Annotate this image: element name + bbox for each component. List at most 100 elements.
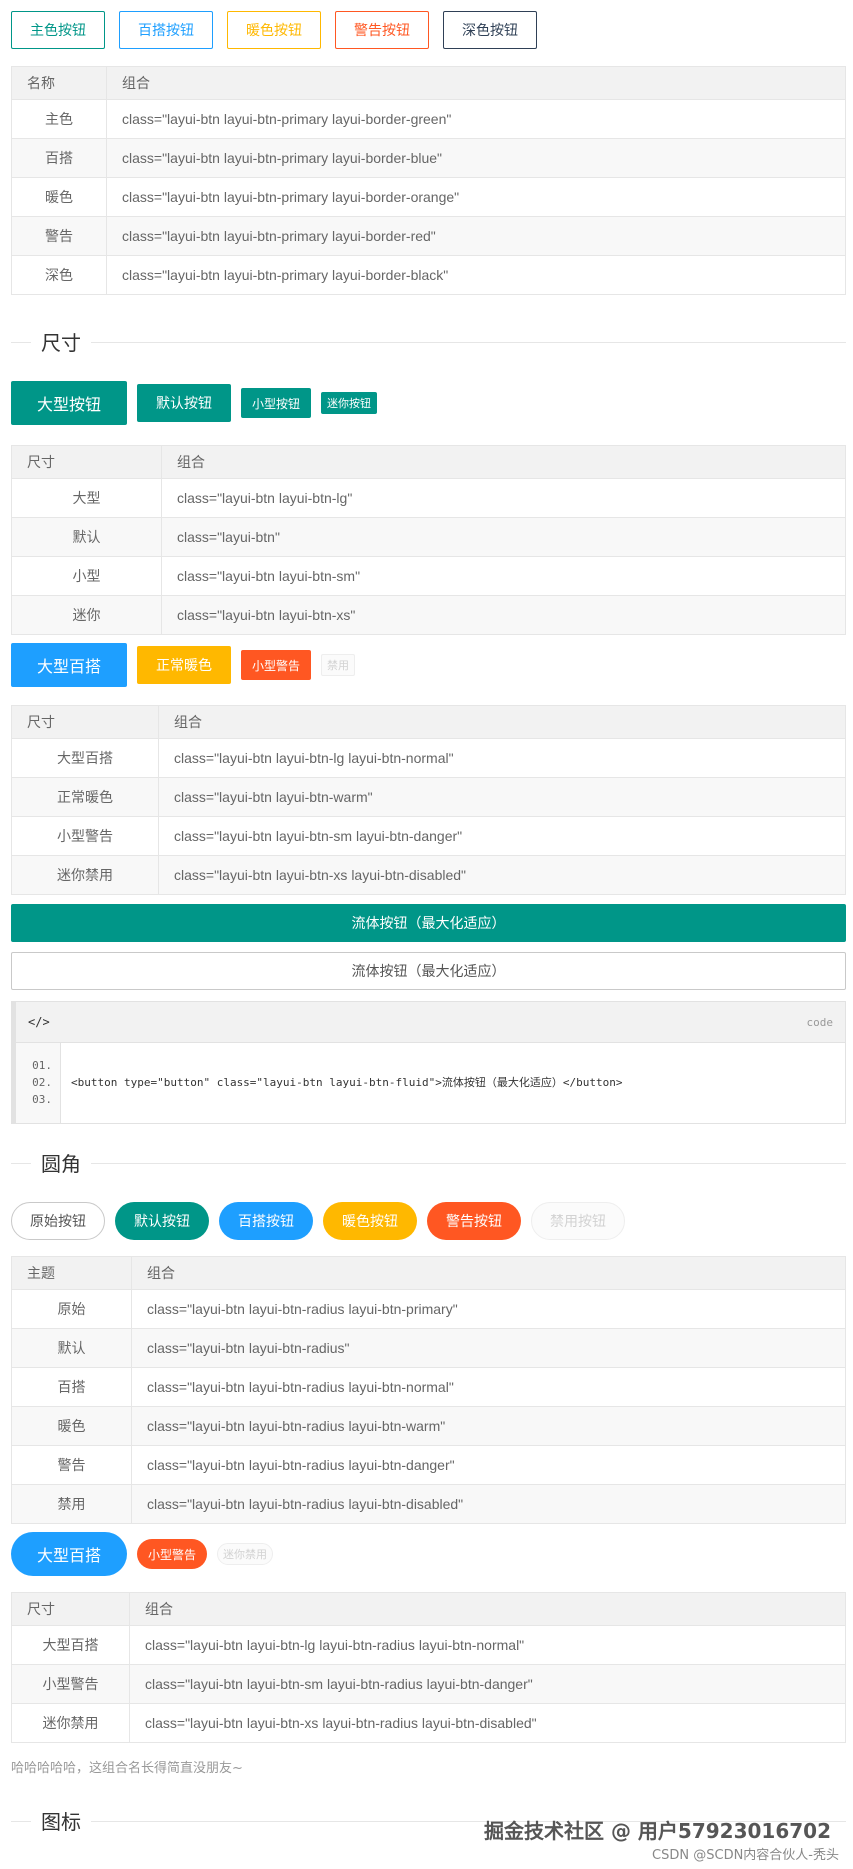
table-cell: class="layui-btn layui-btn-primary layui… [106, 138, 846, 178]
radius-default-button[interactable]: 默认按钮 [115, 1202, 209, 1240]
table-row: 主色 class="layui-btn layui-btn-primary lay… [11, 99, 846, 139]
table-cell: class="layui-btn layui-btn-lg layui-btn-… [129, 1625, 846, 1665]
table-row: 小型警告 class="layui-btn layui-btn-sm layui-… [11, 1664, 846, 1704]
table-row: 警告 class="layui-btn layui-btn-primary lay… [11, 216, 846, 256]
code-body: 01. 02. 03. <button type="button" class=… [16, 1043, 845, 1123]
size-combo-button-row: 大型百搭 正常暖色 小型警告 禁用 [11, 643, 846, 687]
border-red-button[interactable]: 警告按钮 [335, 11, 429, 49]
table-row: 迷你禁用 class="layui-btn layui-btn-xs layui-… [11, 1703, 846, 1743]
table-cell: class="layui-btn layui-btn-lg" [161, 478, 846, 518]
border-blue-button[interactable]: 百搭按钮 [119, 11, 213, 49]
table-cell: class="layui-btn layui-btn-primary layui… [106, 216, 846, 256]
line-number: 01. [32, 1059, 52, 1072]
table-cell: class="layui-btn layui-btn-lg layui-btn-… [158, 738, 846, 778]
small-button[interactable]: 小型按钮 [241, 388, 312, 418]
mini-disabled-button: 禁用 [321, 654, 356, 676]
table-row: 小型 class="layui-btn layui-btn-sm" [11, 556, 846, 596]
border-green-button[interactable]: 主色按钮 [11, 11, 105, 49]
radius-table: 主题 组合 原始 class="layui-btn layui-btn-radiu… [11, 1256, 846, 1524]
table-row: 百搭 class="layui-btn layui-btn-primary lay… [11, 138, 846, 178]
table-header: 名称 [11, 66, 107, 100]
table-cell: class="layui-btn layui-btn-radius layui-… [131, 1289, 846, 1329]
table-row: 原始 class="layui-btn layui-btn-radius layu… [11, 1289, 846, 1329]
radius-warm-button[interactable]: 暖色按钮 [323, 1202, 417, 1240]
watermark: 掘金技术社区 @ 用户57923016702 [483, 1819, 831, 1843]
table-row: 大型百搭 class="layui-btn layui-btn-lg layui-… [11, 738, 846, 778]
radius-large-normal-button[interactable]: 大型百搭 [11, 1532, 128, 1576]
table-header: 组合 [161, 445, 846, 479]
small-danger-button[interactable]: 小型警告 [241, 650, 312, 680]
table-cell: 正常暖色 [11, 777, 159, 817]
large-normal-button[interactable]: 大型百搭 [11, 643, 128, 687]
border-orange-button[interactable]: 暖色按钮 [227, 11, 321, 49]
table-cell: class="layui-btn" [161, 517, 846, 557]
table-cell: 小型 [11, 556, 162, 596]
table-row: 深色 class="layui-btn layui-btn-primary lay… [11, 255, 846, 295]
size-combo-table: 尺寸 组合 大型百搭 class="layui-btn layui-btn-lg … [11, 705, 846, 895]
table-header: 组合 [129, 1592, 846, 1626]
note-text: 哈哈哈哈哈，这组合名长得简直没朋友~ [11, 1761, 243, 1776]
table-cell: class="layui-btn layui-btn-sm layui-btn-… [129, 1664, 846, 1704]
large-button[interactable]: 大型按钮 [11, 381, 128, 425]
table-row: 正常暖色 class="layui-btn layui-btn-warm" [11, 777, 846, 817]
table-cell: class="layui-btn layui-btn-xs layui-btn-… [158, 855, 846, 895]
table-row: 默认 class="layui-btn layui-btn-radius" [11, 1328, 846, 1368]
radius-danger-button[interactable]: 警告按钮 [427, 1202, 521, 1240]
code-tag: code [806, 1015, 834, 1029]
code-icon: </> [28, 1015, 50, 1029]
warm-button[interactable]: 正常暖色 [137, 646, 232, 684]
table-cell: class="layui-btn layui-btn-radius layui-… [131, 1445, 846, 1485]
table-header: 主题 [11, 1256, 132, 1290]
table-cell: class="layui-btn layui-btn-radius layui-… [131, 1484, 846, 1524]
code-block: </> code 01. 02. 03. <button type="butto… [11, 1001, 846, 1124]
table-cell: 迷你禁用 [11, 855, 159, 895]
table-cell: 百搭 [11, 138, 107, 178]
table-row: 小型警告 class="layui-btn layui-btn-sm layui-… [11, 816, 846, 856]
table-cell: 大型百搭 [11, 738, 159, 778]
table-header: 尺寸 [11, 445, 162, 479]
table-cell: 禁用 [11, 1484, 132, 1524]
table-cell: class="layui-btn layui-btn-radius" [131, 1328, 846, 1368]
table-header: 尺寸 [11, 705, 159, 739]
table-cell: class="layui-btn layui-btn-radius layui-… [131, 1367, 846, 1407]
table-row: 大型 class="layui-btn layui-btn-lg" [11, 478, 846, 518]
table-cell: 默认 [11, 1328, 132, 1368]
radius-size-table: 尺寸 组合 大型百搭 class="layui-btn layui-btn-lg … [11, 1592, 846, 1743]
line-number: 02. [32, 1076, 52, 1089]
table-header: 尺寸 [11, 1592, 130, 1626]
table-cell: class="layui-btn layui-btn-primary layui… [106, 177, 846, 217]
mini-button[interactable]: 迷你按钮 [321, 392, 378, 414]
table-cell: class="layui-btn layui-btn-xs" [161, 595, 846, 635]
section-title-text: 圆角 [31, 1148, 91, 1177]
table-row: 暖色 class="layui-btn layui-btn-radius layu… [11, 1406, 846, 1446]
radius-normal-button[interactable]: 百搭按钮 [219, 1202, 313, 1240]
line-numbers: 01. 02. 03. [16, 1043, 61, 1123]
fluid-button[interactable]: 流体按钮（最大化适应） [11, 904, 846, 942]
table-cell: 大型 [11, 478, 162, 518]
table-cell: 大型百搭 [11, 1625, 130, 1665]
table-header: 组合 [131, 1256, 846, 1290]
table-cell: class="layui-btn layui-btn-sm layui-btn-… [158, 816, 846, 856]
table-cell: 迷你禁用 [11, 1703, 130, 1743]
watermark-sub: CSDN @SCDN内容合伙人-秃头 [652, 1848, 839, 1863]
table-cell: class="layui-btn layui-btn-primary layui… [106, 99, 846, 139]
table-header: 组合 [158, 705, 846, 739]
default-button[interactable]: 默认按钮 [137, 384, 232, 422]
table-cell: class="layui-btn layui-btn-sm" [161, 556, 846, 596]
radius-disabled-button: 禁用按钮 [531, 1202, 625, 1240]
radius-small-danger-button[interactable]: 小型警告 [137, 1539, 208, 1569]
table-row: 禁用 class="layui-btn layui-btn-radius layu… [11, 1484, 846, 1524]
table-cell: class="layui-btn layui-btn-warm" [158, 777, 846, 817]
table-cell: 小型警告 [11, 816, 159, 856]
border-button-row: 主色按钮 百搭按钮 暖色按钮 警告按钮 深色按钮 [11, 11, 846, 49]
table-row: 暖色 class="layui-btn layui-btn-primary lay… [11, 177, 846, 217]
section-title-radius: 圆角 [11, 1140, 846, 1186]
table-row: 迷你禁用 class="layui-btn layui-btn-xs layui-… [11, 855, 846, 895]
table-cell: class="layui-btn layui-btn-primary layui… [106, 255, 846, 295]
table-header: 组合 [106, 66, 846, 100]
section-title-text: 图标 [31, 1806, 91, 1835]
radius-primary-button[interactable]: 原始按钮 [11, 1202, 105, 1240]
fluid-primary-button[interactable]: 流体按钮（最大化适应） [11, 952, 846, 990]
border-black-button[interactable]: 深色按钮 [443, 11, 537, 49]
radius-button-row: 原始按钮 默认按钮 百搭按钮 暖色按钮 警告按钮 禁用按钮 [11, 1202, 846, 1240]
